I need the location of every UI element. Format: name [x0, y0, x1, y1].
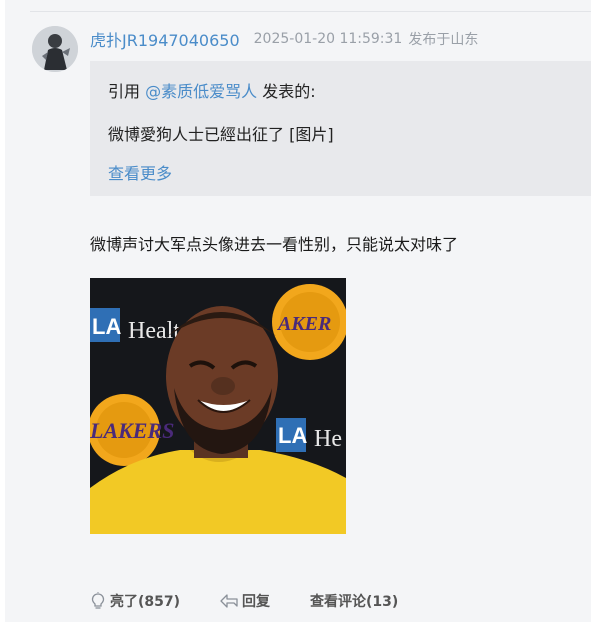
badge-text: LAKERS [90, 418, 174, 443]
quoted-post: 引用 @素质低爱骂人 发表的: 微博愛狗人士已經出征了 [图片] 查看更多 [90, 61, 591, 196]
laughing-player-image: LA Healt AKER LAKERS LA He [90, 278, 346, 534]
view-more-link[interactable]: 查看更多 [108, 160, 172, 184]
username-link[interactable]: 虎扑JR1947040650 [90, 27, 240, 51]
svg-text:He: He [314, 426, 342, 452]
banner-left-text: LA [92, 314, 121, 339]
view-comments-label: 查看评论(13) [310, 594, 399, 610]
avatar-image [32, 26, 78, 72]
divider [30, 11, 591, 12]
svg-text:LA: LA [278, 423, 307, 448]
like-button[interactable]: 亮了(857) [90, 591, 180, 611]
view-comments-button[interactable]: 查看评论(13) [310, 591, 398, 611]
reply-arrow-icon [220, 594, 238, 608]
post-location: 发布于山东 [408, 32, 479, 48]
comment-header: 虎扑JR1947040650 2025-01-20 11:59:31 发布于山东 [90, 27, 478, 51]
avatar[interactable] [32, 26, 78, 72]
comment-actions: 亮了(857) 回复 查看评论(13) [90, 590, 398, 612]
quote-attribution: 引用 @素质低爱骂人 发表的: [108, 78, 316, 102]
quote-suffix: 发表的: [257, 82, 316, 101]
post-image[interactable]: LA Healt AKER LAKERS LA He [90, 278, 346, 534]
quote-prefix: 引用 [108, 82, 146, 101]
reply-button[interactable]: 回复 [220, 591, 270, 611]
comment-text: 微博声讨大军点头像进去一看性别，只能说太对味了 [90, 235, 459, 254]
like-count-label: 亮了(857) [110, 594, 181, 610]
quoted-user-link[interactable]: @素质低爱骂人 [145, 82, 257, 101]
reply-label: 回复 [242, 594, 271, 610]
lightbulb-icon [90, 592, 106, 610]
quote-text: 微博愛狗人士已經出征了 [图片] [108, 125, 334, 144]
timestamp: 2025-01-20 11:59:31 [253, 31, 403, 47]
banner-right-text: Healt [128, 318, 180, 344]
svg-text:AKER: AKER [276, 313, 331, 335]
